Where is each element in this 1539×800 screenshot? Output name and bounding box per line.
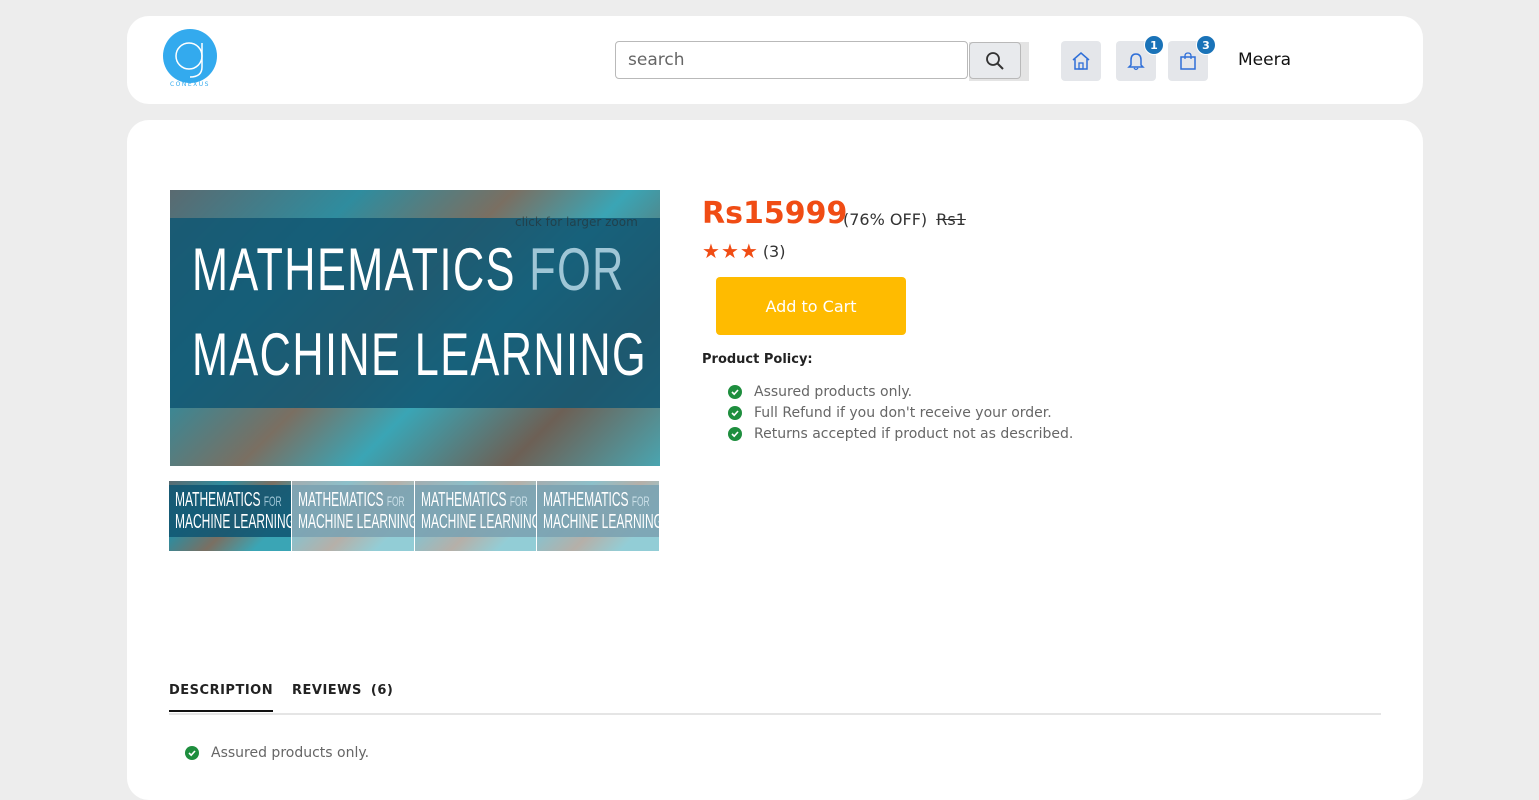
thumb-line1: MATHEMATICS xyxy=(175,489,261,511)
thumb-line2: MACHINE LEARNING xyxy=(175,511,291,533)
star-icon: ★ xyxy=(702,239,720,263)
policy-item-text: Returns accepted if product not as descr… xyxy=(754,425,1074,442)
check-circle-icon xyxy=(185,746,199,760)
original-price: Rs1 xyxy=(936,210,966,229)
thumb-for: FOR xyxy=(263,493,282,509)
check-circle-icon xyxy=(728,405,742,420)
add-to-cart-button[interactable]: Add to Cart xyxy=(716,277,906,335)
notifications-button[interactable]: 1 xyxy=(1116,35,1164,81)
product-panel: MATHEMATICS FOR MACHINE LEARNING click f… xyxy=(127,120,1423,800)
cart-badge: 3 xyxy=(1196,35,1216,55)
discount-percent: (76% OFF) xyxy=(843,210,928,229)
thumbnail-3[interactable]: MATHEMATICS FOR MACHINE LEARNING xyxy=(414,481,537,551)
cover-title-for: FOR xyxy=(529,236,625,303)
cover-title-main: MATHEMATICS xyxy=(192,236,516,303)
tab-reviews-label: REVIEWS xyxy=(292,683,362,698)
logo-mark xyxy=(163,29,217,83)
rating-count: (3) xyxy=(762,241,786,261)
description-item: Assured products only. xyxy=(185,745,369,761)
tab-reviews-count: (6) xyxy=(370,683,394,698)
cover-title-line1: MATHEMATICS FOR xyxy=(192,235,625,304)
description-item-text: Assured products only. xyxy=(211,745,370,761)
home-icon xyxy=(1072,52,1090,70)
product-main-image[interactable]: MATHEMATICS FOR MACHINE LEARNING click f… xyxy=(170,190,660,466)
thumb-for: FOR xyxy=(632,493,650,509)
policy-item: Returns accepted if product not as descr… xyxy=(728,423,1073,444)
policy-list: Assured products only. Full Refund if yo… xyxy=(728,381,1073,444)
thumb-for: FOR xyxy=(386,493,405,509)
thumbnail-4[interactable]: MATHEMATICS FOR MACHINE LEARNING xyxy=(537,481,659,551)
home-button[interactable] xyxy=(1061,41,1101,81)
cart-button[interactable]: 3 xyxy=(1168,35,1216,81)
thumb-line2: MACHINE LEARNING xyxy=(420,511,537,533)
rating[interactable]: ★ ★ ★ (3) xyxy=(702,239,785,263)
thumb-line2: MACHINE LEARNING xyxy=(297,511,414,533)
thumb-line1: MATHEMATICS xyxy=(420,489,507,511)
zoom-hint: click for larger zoom xyxy=(515,215,638,229)
thumb-line1: MATHEMATICS xyxy=(543,489,629,511)
policy-item: Full Refund if you don't receive your or… xyxy=(728,402,1073,423)
notification-badge: 1 xyxy=(1144,35,1164,55)
search-icon xyxy=(986,51,1004,70)
tab-reviews[interactable]: REVIEWS (6) xyxy=(292,683,393,710)
star-icon: ★ xyxy=(720,239,739,263)
search-button[interactable] xyxy=(969,42,1021,79)
search-button-wrap xyxy=(969,42,1029,81)
policy-item-text: Full Refund if you don't receive your or… xyxy=(754,404,1052,421)
thumbnail-strip: MATHEMATICS FOR MACHINE LEARNING MATHEMA… xyxy=(169,481,660,551)
check-circle-icon xyxy=(728,426,742,441)
thumbnail-1[interactable]: MATHEMATICS FOR MACHINE LEARNING xyxy=(169,481,291,551)
search-input[interactable] xyxy=(615,41,968,79)
thumb-for: FOR xyxy=(509,493,528,509)
thumb-line1: MATHEMATICS xyxy=(297,489,384,511)
product-price: Rs15999 xyxy=(702,196,848,231)
top-header: CONEXUS 1 3 Meera xyxy=(127,16,1423,104)
policy-item-text: Assured products only. xyxy=(754,383,913,400)
tab-description[interactable]: DESCRIPTION xyxy=(169,683,274,712)
discount-info: (76% OFF) Rs1 xyxy=(843,210,966,229)
check-circle-icon xyxy=(728,384,742,399)
bell-icon xyxy=(1127,53,1145,71)
conexus-logo[interactable]: CONEXUS xyxy=(163,29,217,93)
star-icon: ★ xyxy=(739,239,758,263)
product-tabs: DESCRIPTION REVIEWS (6) xyxy=(169,675,1381,715)
thumb-line2: MACHINE LEARNING xyxy=(543,511,659,533)
logo-text: CONEXUS xyxy=(169,81,210,88)
cover-title-line2: MACHINE LEARNING xyxy=(192,321,648,388)
username[interactable]: Meera xyxy=(1238,50,1291,70)
thumbnail-2[interactable]: MATHEMATICS FOR MACHINE LEARNING xyxy=(291,481,414,551)
shopping-bag-icon xyxy=(1180,52,1196,70)
policy-item: Assured products only. xyxy=(728,381,1073,402)
policy-title: Product Policy: xyxy=(702,352,813,367)
